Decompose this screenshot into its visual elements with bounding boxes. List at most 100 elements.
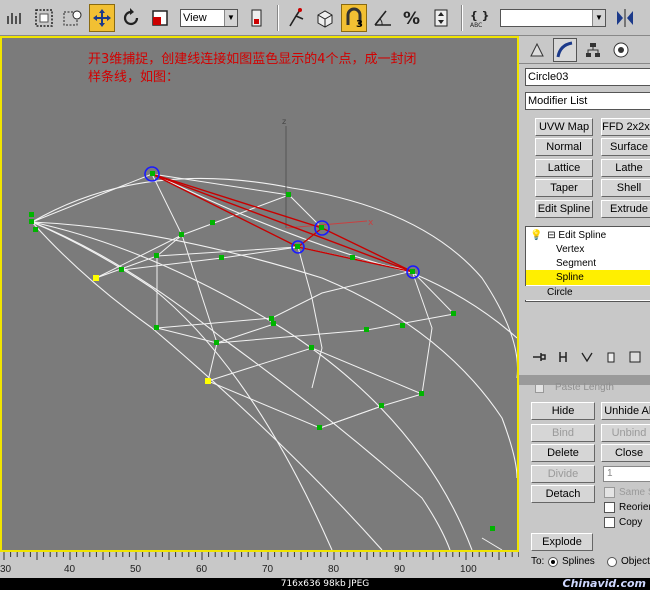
lattice-button[interactable]: Lattice bbox=[535, 159, 593, 177]
remove-modifier-icon[interactable] bbox=[602, 348, 619, 366]
minus-icon[interactable]: ⊟ bbox=[547, 230, 555, 241]
stack-tools bbox=[519, 344, 650, 370]
abc-label: ABC bbox=[470, 22, 482, 29]
detach-button[interactable]: Detach bbox=[531, 485, 595, 503]
ruler-tick-label: 90 bbox=[394, 564, 406, 575]
bind-button[interactable]: Bind bbox=[531, 424, 595, 442]
ruler-tick-label: 40 bbox=[64, 564, 76, 575]
pivot-center-icon[interactable] bbox=[244, 4, 270, 32]
stack-item-vertex[interactable]: Vertex bbox=[526, 242, 650, 257]
circle-spline-wireframe bbox=[31, 172, 517, 550]
lathe-button[interactable]: Lathe bbox=[601, 159, 650, 177]
edit-spline-button[interactable]: Edit Spline bbox=[535, 200, 593, 218]
rotate-icon[interactable] bbox=[118, 4, 144, 32]
cross-section-lines bbox=[31, 173, 503, 550]
spinner-snap-icon[interactable] bbox=[428, 4, 454, 32]
pin-stack-icon[interactable] bbox=[531, 348, 548, 366]
instruction-line-2: 样条线，如图： bbox=[88, 70, 180, 85]
stack-item-segment[interactable]: Segment bbox=[526, 256, 650, 271]
lightbulb-icon[interactable]: 💡 bbox=[530, 230, 542, 241]
ruler-tick-label: 100 bbox=[460, 564, 477, 575]
chevron-down-icon[interactable]: ▼ bbox=[224, 9, 237, 26]
instruction-line-1: 开3维捕捉，创建线连接如图蓝色显示的4个点，成一封闭 bbox=[88, 52, 417, 67]
image-info-text: 716x636 98kb JPEG bbox=[280, 579, 370, 589]
object-name-field[interactable]: Circle03 bbox=[525, 68, 650, 86]
stack-item-spline[interactable]: Spline bbox=[526, 270, 650, 285]
hierarchy-tab-icon[interactable] bbox=[581, 38, 605, 62]
ruler-ticks: 30 40 50 60 70 80 90 100 bbox=[0, 552, 519, 575]
percent-snap-icon[interactable]: % bbox=[399, 4, 425, 32]
watermark-text: Chinavid.com bbox=[562, 577, 646, 590]
to-objects-label: Objects bbox=[621, 556, 650, 567]
modify-command-panel: Circle03 Modifier List UVW Map FFD 2x2x2… bbox=[519, 64, 650, 552]
unbind-button[interactable]: Unbind bbox=[601, 424, 650, 442]
shell-button[interactable]: Shell bbox=[601, 179, 650, 197]
normal-button[interactable]: Normal bbox=[535, 138, 593, 156]
stack-label-vertex: Vertex bbox=[556, 244, 585, 255]
axis-x-label: x bbox=[368, 218, 374, 228]
reorient-checkbox[interactable] bbox=[604, 502, 615, 513]
stack-item-edit-spline[interactable]: 💡 ⊟ Edit Spline bbox=[526, 228, 650, 243]
divide-count-field[interactable]: 1 bbox=[603, 466, 650, 482]
uvw-map-button[interactable]: UVW Map bbox=[535, 118, 593, 136]
spline-vertices bbox=[29, 171, 495, 531]
create-tab-icon[interactable] bbox=[525, 38, 549, 62]
surface-button[interactable]: Surface bbox=[601, 138, 650, 156]
make-unique-icon[interactable] bbox=[579, 348, 596, 366]
window-crossing-icon[interactable] bbox=[60, 4, 86, 32]
select-link-icon[interactable] bbox=[2, 4, 28, 32]
explode-to-label: To: bbox=[531, 556, 545, 567]
ruler-tick-label: 60 bbox=[196, 564, 208, 575]
show-end-result-icon[interactable] bbox=[555, 348, 572, 366]
ruler-tick-label: 50 bbox=[130, 564, 142, 575]
mirror-icon[interactable] bbox=[612, 4, 638, 32]
perspective-viewport[interactable]: z x 开3维捕捉，创建线连接如图蓝色显示的4个点，成一封闭 样条线，如图： bbox=[0, 36, 519, 552]
same-shape-label: Same Shape bbox=[619, 487, 650, 498]
paste-length-checkbox[interactable] bbox=[535, 384, 544, 393]
explode-button[interactable]: Explode bbox=[531, 533, 593, 551]
ffd-button[interactable]: FFD 2x2x2 bbox=[601, 118, 650, 136]
divide-button[interactable]: Divide bbox=[531, 465, 595, 483]
axis-gizmo: z x bbox=[282, 117, 374, 229]
spline-scene: z x bbox=[29, 117, 517, 550]
time-ruler[interactable]: 30 40 50 60 70 80 90 100 bbox=[0, 552, 519, 578]
image-caption-bar: 716x636 98kb JPEG Chinavid.com bbox=[0, 578, 650, 590]
extrude-button[interactable]: Extrude bbox=[601, 200, 650, 218]
named-selection-set-select[interactable]: ▼ bbox=[500, 8, 606, 27]
delete-button[interactable]: Delete bbox=[531, 444, 595, 462]
toolbar-separator bbox=[277, 4, 279, 31]
select-manipulate-icon[interactable] bbox=[283, 4, 309, 32]
stack-label-spline: Spline bbox=[556, 272, 584, 283]
modifier-list-dropdown[interactable]: Modifier List bbox=[525, 92, 650, 110]
unhide-all-button[interactable]: Unhide All bbox=[601, 402, 650, 420]
reference-coordinate-select[interactable]: View ▼ bbox=[180, 8, 238, 27]
stack-item-circle[interactable]: Circle bbox=[525, 286, 650, 300]
scale-icon[interactable] bbox=[147, 4, 173, 32]
instruction-annotation: 开3维捕捉，创建线连接如图蓝色显示的4个点，成一封闭 样条线，如图： bbox=[88, 51, 517, 87]
edit-named-selections-icon[interactable]: { } ABC bbox=[467, 4, 493, 32]
command-panel-tabs bbox=[519, 36, 650, 64]
select-move-icon[interactable] bbox=[89, 3, 115, 32]
explode-options-row: To: Splines Objects bbox=[519, 552, 650, 578]
same-shape-checkbox[interactable] bbox=[604, 487, 615, 498]
to-splines-label: Splines bbox=[562, 556, 595, 567]
paste-length-label: Paste Length bbox=[555, 382, 614, 393]
select-region-icon[interactable] bbox=[31, 4, 57, 32]
angle-snap-icon[interactable] bbox=[370, 4, 396, 32]
red-closed-spline bbox=[151, 173, 414, 273]
copy-checkbox[interactable] bbox=[604, 517, 615, 528]
snaps-toggle-icon[interactable]: 3 bbox=[341, 3, 367, 32]
main-toolbar: View ▼ 3 % { } ABC ▼ bbox=[0, 0, 650, 36]
reorient-label: Reorient bbox=[619, 502, 650, 513]
taper-button[interactable]: Taper bbox=[535, 179, 593, 197]
keyboard-shortcut-override-icon[interactable] bbox=[312, 4, 338, 32]
close-button[interactable]: Close bbox=[601, 444, 650, 462]
hide-button[interactable]: Hide bbox=[531, 402, 595, 420]
to-objects-radio[interactable] bbox=[607, 557, 617, 567]
configure-modifier-sets-icon[interactable] bbox=[626, 348, 643, 366]
motion-tab-icon[interactable] bbox=[609, 38, 633, 62]
to-splines-radio[interactable] bbox=[548, 557, 558, 567]
chevron-down-icon[interactable]: ▼ bbox=[592, 9, 605, 26]
ruler-tick-label: 30 bbox=[0, 564, 12, 575]
modify-tab-icon[interactable] bbox=[553, 37, 577, 62]
